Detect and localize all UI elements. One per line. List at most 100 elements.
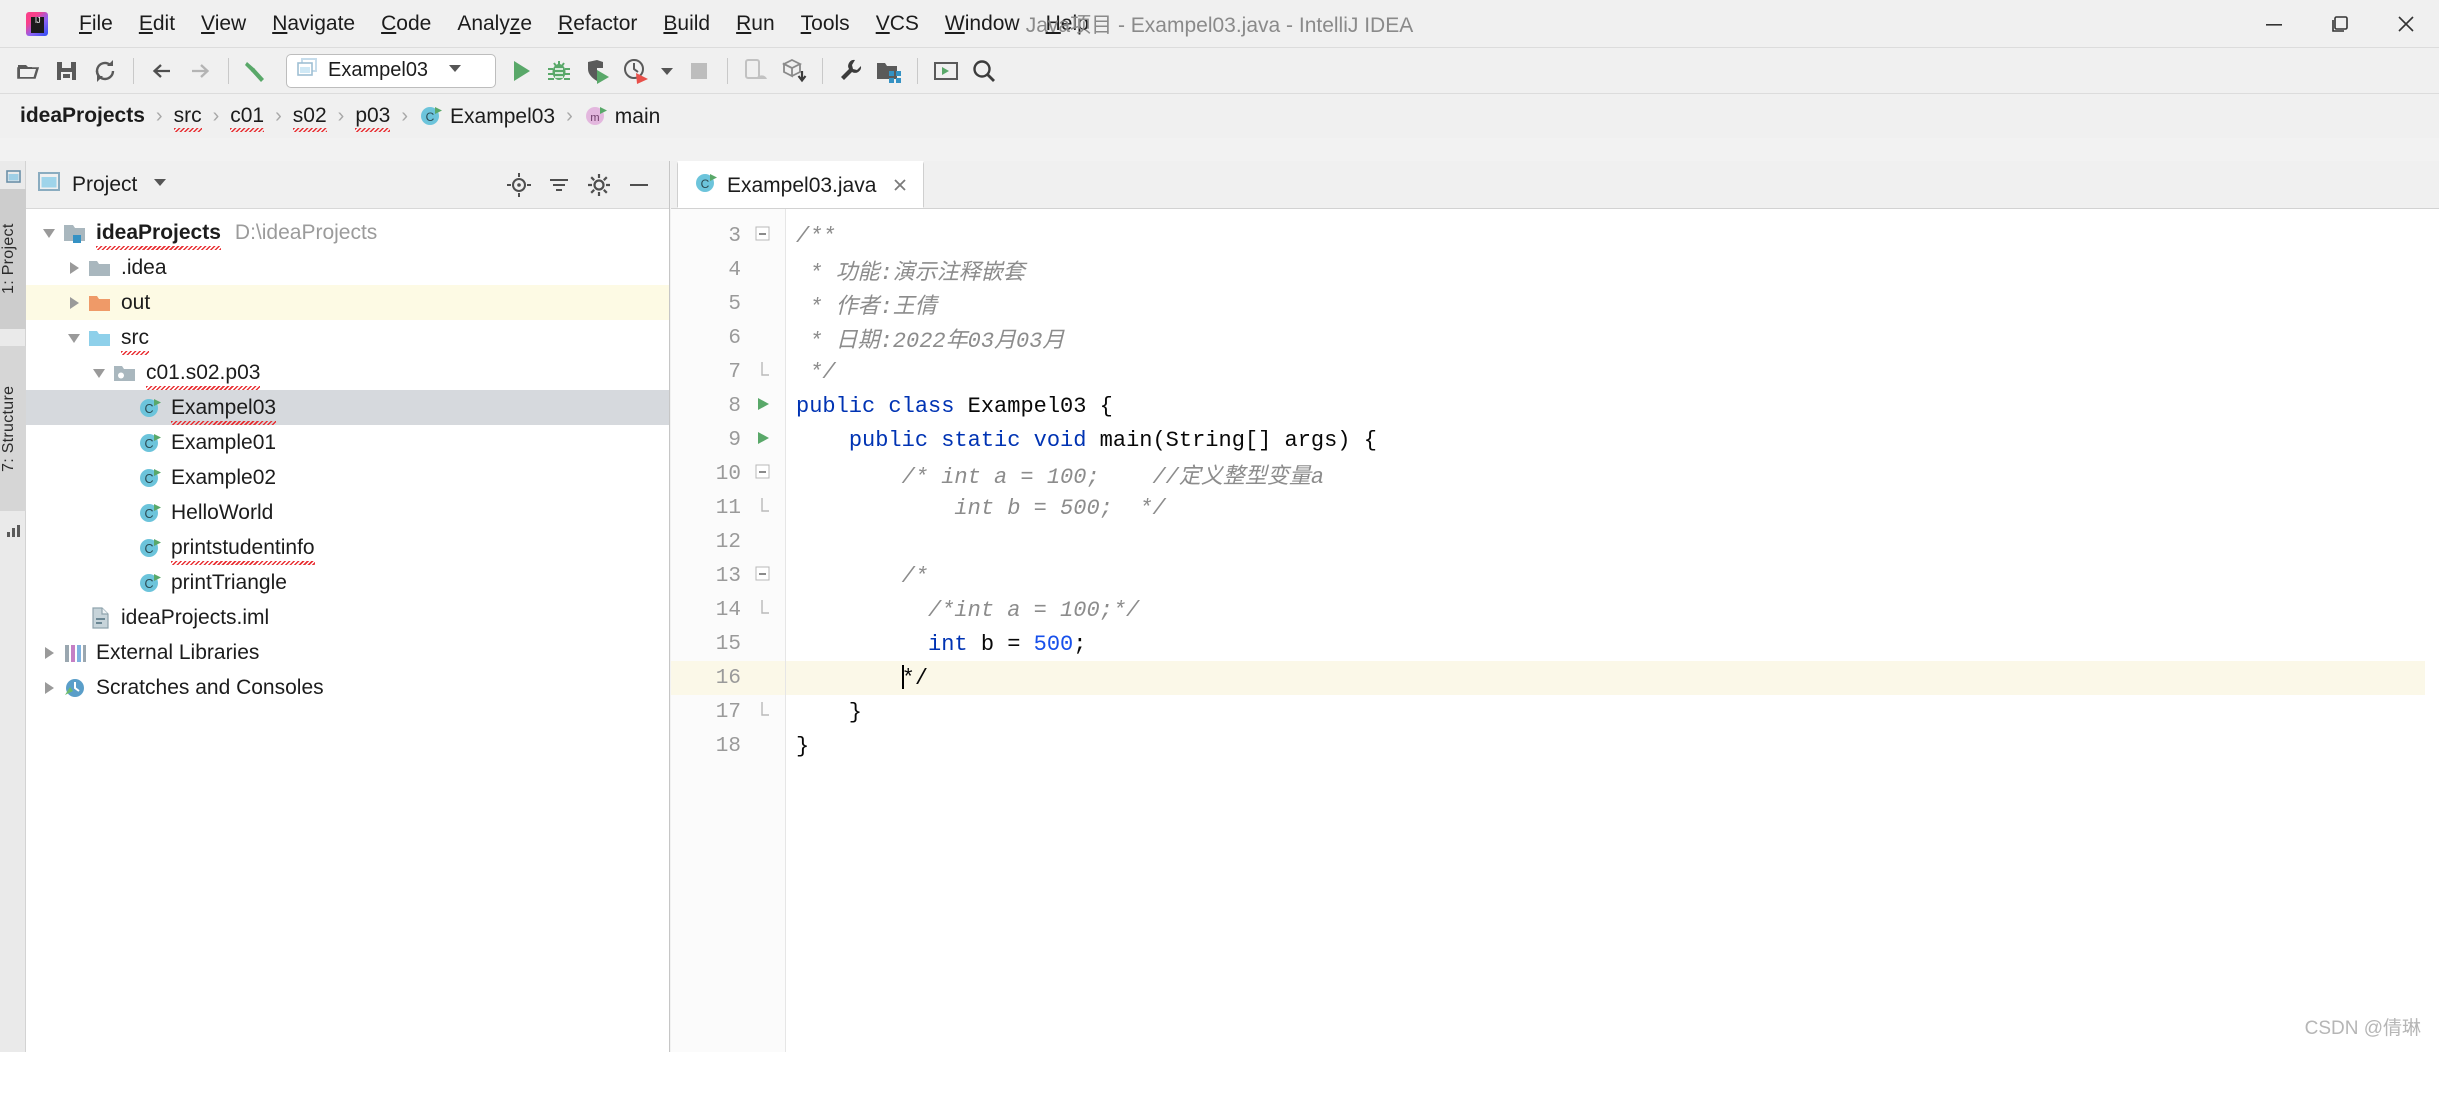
gutter-mark[interactable]: [741, 566, 785, 587]
code-line[interactable]: * 作者:王倩: [786, 287, 2439, 321]
tree-item-c01s02p03[interactable]: c01.s02.p03: [26, 355, 669, 390]
menu-item-vcs[interactable]: VCS: [863, 8, 932, 40]
gutter-row[interactable]: 14: [671, 593, 785, 627]
code-line[interactable]: [786, 525, 2439, 559]
code-line[interactable]: */: [786, 661, 2439, 695]
gutter-row[interactable]: 16: [671, 661, 785, 695]
fold-open-icon[interactable]: [755, 226, 771, 247]
menu-item-view[interactable]: View: [188, 8, 259, 40]
menu-item-build[interactable]: Build: [650, 8, 723, 40]
menu-item-file[interactable]: File: [66, 8, 126, 40]
tree-item-example02[interactable]: C Example02: [26, 460, 669, 495]
sync-refresh-icon[interactable]: [86, 52, 124, 90]
locate-target-icon[interactable]: [499, 165, 539, 205]
code-content[interactable]: /** * 功能:演示注释嵌套 * 作者:王倩 * 日期:2022年03月03月…: [786, 209, 2439, 1052]
gutter-mark[interactable]: [741, 226, 785, 247]
close-button[interactable]: [2373, 0, 2439, 48]
code-line[interactable]: }: [786, 729, 2439, 763]
code-line[interactable]: /**: [786, 219, 2439, 253]
gutter-mark[interactable]: [741, 361, 785, 383]
settings-wrench-icon[interactable]: [832, 52, 870, 90]
gutter-mark[interactable]: [741, 395, 785, 418]
gutter-mark[interactable]: [741, 701, 785, 723]
gutter-row[interactable]: 7: [671, 355, 785, 389]
project-structure-icon[interactable]: [870, 52, 908, 90]
stop-icon[interactable]: [680, 52, 718, 90]
tree-twisty[interactable]: [36, 640, 62, 666]
tree-item-ideaprojects[interactable]: ideaProjects D:\ideaProjects: [26, 215, 669, 250]
save-all-icon[interactable]: [48, 52, 86, 90]
close-icon[interactable]: [890, 175, 910, 197]
run-icon[interactable]: [502, 52, 540, 90]
profile-dropdown-icon[interactable]: [654, 52, 680, 90]
breadcrumb-item-src[interactable]: src: [174, 104, 202, 128]
gutter-row[interactable]: 10: [671, 457, 785, 491]
breadcrumb-item-p03[interactable]: p03: [355, 104, 390, 128]
code-line[interactable]: int b = 500;: [786, 627, 2439, 661]
tree-twisty[interactable]: [61, 325, 87, 351]
fold-end-icon[interactable]: [755, 599, 771, 621]
build-hammer-icon[interactable]: [238, 52, 276, 90]
run-with-coverage-icon[interactable]: [578, 52, 616, 90]
breadcrumb-item-exampel03[interactable]: C Exampel03: [419, 104, 555, 129]
tree-item-externallibraries[interactable]: External Libraries: [26, 635, 669, 670]
sidebar-item-structure[interactable]: 7: Structure: [0, 346, 26, 511]
gutter-row[interactable]: 13: [671, 559, 785, 593]
tree-twisty[interactable]: [36, 675, 62, 701]
chevron-down-icon[interactable]: [446, 59, 464, 82]
breadcrumb-item-main[interactable]: m main: [584, 104, 660, 129]
tree-twisty[interactable]: [86, 360, 112, 386]
menu-item-edit[interactable]: Edit: [126, 8, 188, 40]
code-line[interactable]: /*: [786, 559, 2439, 593]
fold-end-icon[interactable]: [755, 497, 771, 519]
gutter-row[interactable]: 8: [671, 389, 785, 423]
minimize-button[interactable]: [2241, 0, 2307, 48]
tree-item-out[interactable]: out: [26, 285, 669, 320]
tree-item-src[interactable]: src: [26, 320, 669, 355]
code-line[interactable]: public static void main(String[] args) {: [786, 423, 2439, 457]
search-everywhere-icon[interactable]: [965, 52, 1003, 90]
chevron-down-icon[interactable]: [151, 173, 169, 196]
gutter-row[interactable]: 11: [671, 491, 785, 525]
settings-gear-icon[interactable]: [579, 165, 619, 205]
fold-end-icon[interactable]: [755, 701, 771, 723]
run-gutter-icon[interactable]: [754, 395, 772, 418]
menu-item-window[interactable]: Window: [932, 8, 1033, 40]
gutter-row[interactable]: 18: [671, 729, 785, 763]
gutter-row[interactable]: 17: [671, 695, 785, 729]
editor-vertical-scrollbar[interactable]: [2425, 257, 2439, 1100]
code-line[interactable]: int b = 500; */: [786, 491, 2439, 525]
navigate-forward-icon[interactable]: [181, 52, 219, 90]
maximize-button[interactable]: [2307, 0, 2373, 48]
gutter-mark[interactable]: [741, 599, 785, 621]
breadcrumb-item-s02[interactable]: s02: [293, 104, 327, 128]
fold-open-icon[interactable]: [755, 464, 771, 485]
open-project-icon[interactable]: [10, 52, 48, 90]
run-configuration-selector[interactable]: Exampel03: [286, 53, 496, 88]
debug-icon[interactable]: [540, 52, 578, 90]
terminal-icon[interactable]: [927, 52, 965, 90]
tree-item-printtriangle[interactable]: CprintTriangle: [26, 565, 669, 600]
run-gutter-icon[interactable]: [754, 429, 772, 452]
gutter-mark[interactable]: [741, 464, 785, 485]
fold-end-icon[interactable]: [755, 361, 771, 383]
code-line[interactable]: */: [786, 355, 2439, 389]
code-line[interactable]: }: [786, 695, 2439, 729]
tree-twisty[interactable]: [61, 255, 87, 281]
navigate-back-icon[interactable]: [143, 52, 181, 90]
hide-icon[interactable]: [619, 165, 659, 205]
menu-item-run[interactable]: Run: [723, 8, 788, 40]
tree-item-scratchesandconsoles[interactable]: Scratches and Consoles: [26, 670, 669, 705]
breadcrumb-item-ideaprojects[interactable]: ideaProjects: [20, 104, 145, 128]
tree-item-exampel03[interactable]: C Exampel03: [26, 390, 669, 425]
gutter-mark[interactable]: [741, 429, 785, 452]
code-line[interactable]: /*int a = 100;*/: [786, 593, 2439, 627]
tree-twisty[interactable]: [61, 290, 87, 316]
sidebar-item-project[interactable]: 1: Project: [0, 189, 26, 329]
gutter-row[interactable]: 12: [671, 525, 785, 559]
gutter-row[interactable]: 6: [671, 321, 785, 355]
breadcrumb-item-c01[interactable]: c01: [230, 104, 264, 128]
gutter-row[interactable]: 5: [671, 287, 785, 321]
gutter-mark[interactable]: [741, 497, 785, 519]
editor-gutter[interactable]: 3 4 5 6 7 8 9 10 11 12 13 14 15 16 17 18: [671, 209, 786, 1052]
